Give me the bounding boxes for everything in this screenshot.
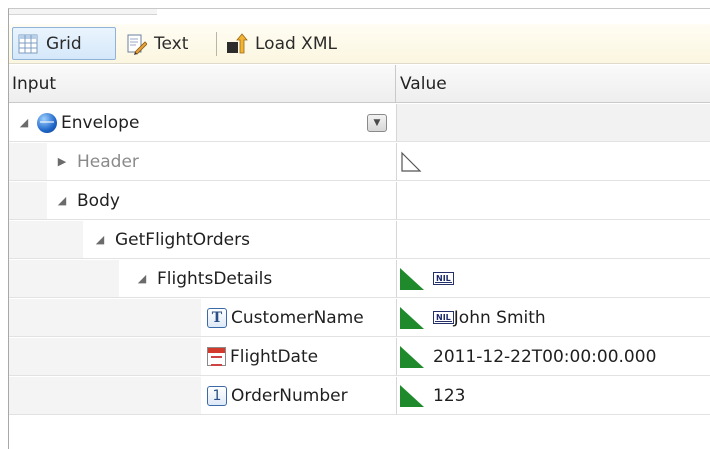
tree-row-header[interactable]: ▶ Header (9, 143, 710, 181)
tree-row-body[interactable]: ◢ Body (9, 182, 710, 220)
load-xml-icon (226, 32, 248, 55)
text-view-label: Text (154, 33, 189, 54)
grid-view-icon (17, 33, 39, 55)
load-xml-button[interactable]: Load XML (222, 27, 372, 60)
collapse-arrow-icon[interactable]: ◢ (15, 114, 33, 132)
value-text[interactable]: 123 (433, 386, 465, 406)
input-cell: ▶ Header (47, 143, 397, 181)
text-type-icon: T (207, 307, 227, 328)
node-label: FlightDate (230, 346, 319, 367)
value-cell[interactable] (397, 104, 710, 142)
input-cell: ◢ Envelope ▼ (9, 104, 397, 142)
node-label: OrderNumber (231, 385, 348, 406)
value-cell[interactable] (397, 143, 710, 181)
empty-flag-icon (400, 151, 422, 173)
text-edit-icon (125, 33, 148, 55)
input-cell: T CustomerName (201, 299, 397, 337)
node-label: Envelope (61, 112, 140, 133)
tree-row-flightdate[interactable]: FlightDate 2011-12-22T00:00:00.000 (9, 338, 710, 376)
grid-view-label: Grid (46, 33, 82, 54)
node-label: CustomerName (231, 307, 364, 328)
node-label: Header (77, 151, 139, 172)
grid-view-button[interactable]: Grid (12, 27, 116, 60)
value-set-flag-icon (400, 345, 424, 368)
node-label: FlightsDetails (157, 268, 273, 289)
calendar-icon (207, 347, 226, 366)
panel-tab-strip (9, 9, 157, 15)
nil-badge[interactable]: NIL (433, 311, 454, 324)
toolbar: Grid Text Load XML (9, 24, 710, 64)
input-cell: 1 OrderNumber (201, 377, 397, 415)
text-view-button[interactable]: Text (121, 27, 213, 60)
value-cell[interactable]: 123 (397, 377, 710, 415)
value-cell[interactable] (397, 182, 710, 220)
tree-row-ordernumber[interactable]: 1 OrderNumber 123 (9, 377, 710, 415)
value-text[interactable]: John Smith (454, 308, 546, 328)
number-type-icon: 1 (207, 385, 227, 406)
value-set-flag-icon (400, 267, 424, 290)
expand-arrow-icon[interactable]: ▶ (53, 153, 71, 171)
input-cell: ◢ GetFlightOrders (83, 221, 397, 259)
xml-input-grid-panel: Grid Text Load XML Input Value ◢ Envelop… (8, 8, 710, 449)
value-cell[interactable]: NIL (397, 260, 710, 298)
collapse-arrow-icon[interactable]: ◢ (53, 192, 71, 210)
globe-icon (37, 112, 57, 133)
value-cell[interactable] (397, 221, 710, 259)
column-header-input[interactable]: Input (9, 65, 396, 103)
input-cell: ◢ Body (47, 182, 397, 220)
node-label: Body (77, 190, 120, 211)
input-cell: ◢ FlightsDetails (119, 260, 397, 298)
dropdown-button[interactable]: ▼ (367, 114, 387, 132)
column-header-value[interactable]: Value (397, 65, 710, 103)
nil-badge[interactable]: NIL (433, 272, 454, 285)
node-label: GetFlightOrders (115, 229, 250, 250)
grid-header: Input Value (9, 65, 710, 103)
toolbar-separator (216, 32, 217, 56)
value-text[interactable]: 2011-12-22T00:00:00.000 (433, 347, 656, 367)
tree-row-flightsdetails[interactable]: ◢ FlightsDetails NIL (9, 260, 710, 298)
value-set-flag-icon (400, 384, 424, 407)
input-cell: FlightDate (201, 338, 397, 376)
load-xml-label: Load XML (255, 33, 337, 54)
value-cell[interactable]: NIL John Smith (397, 299, 710, 337)
collapse-arrow-icon[interactable]: ◢ (133, 270, 151, 288)
value-set-flag-icon (400, 306, 424, 329)
collapse-arrow-icon[interactable]: ◢ (91, 231, 109, 249)
tree-row-customername[interactable]: T CustomerName NIL John Smith (9, 299, 710, 337)
tree-row-getflightorders[interactable]: ◢ GetFlightOrders (9, 221, 710, 259)
tree-row-envelope[interactable]: ◢ Envelope ▼ (9, 104, 710, 142)
grid-empty-area (9, 416, 710, 449)
value-cell[interactable]: 2011-12-22T00:00:00.000 (397, 338, 710, 376)
